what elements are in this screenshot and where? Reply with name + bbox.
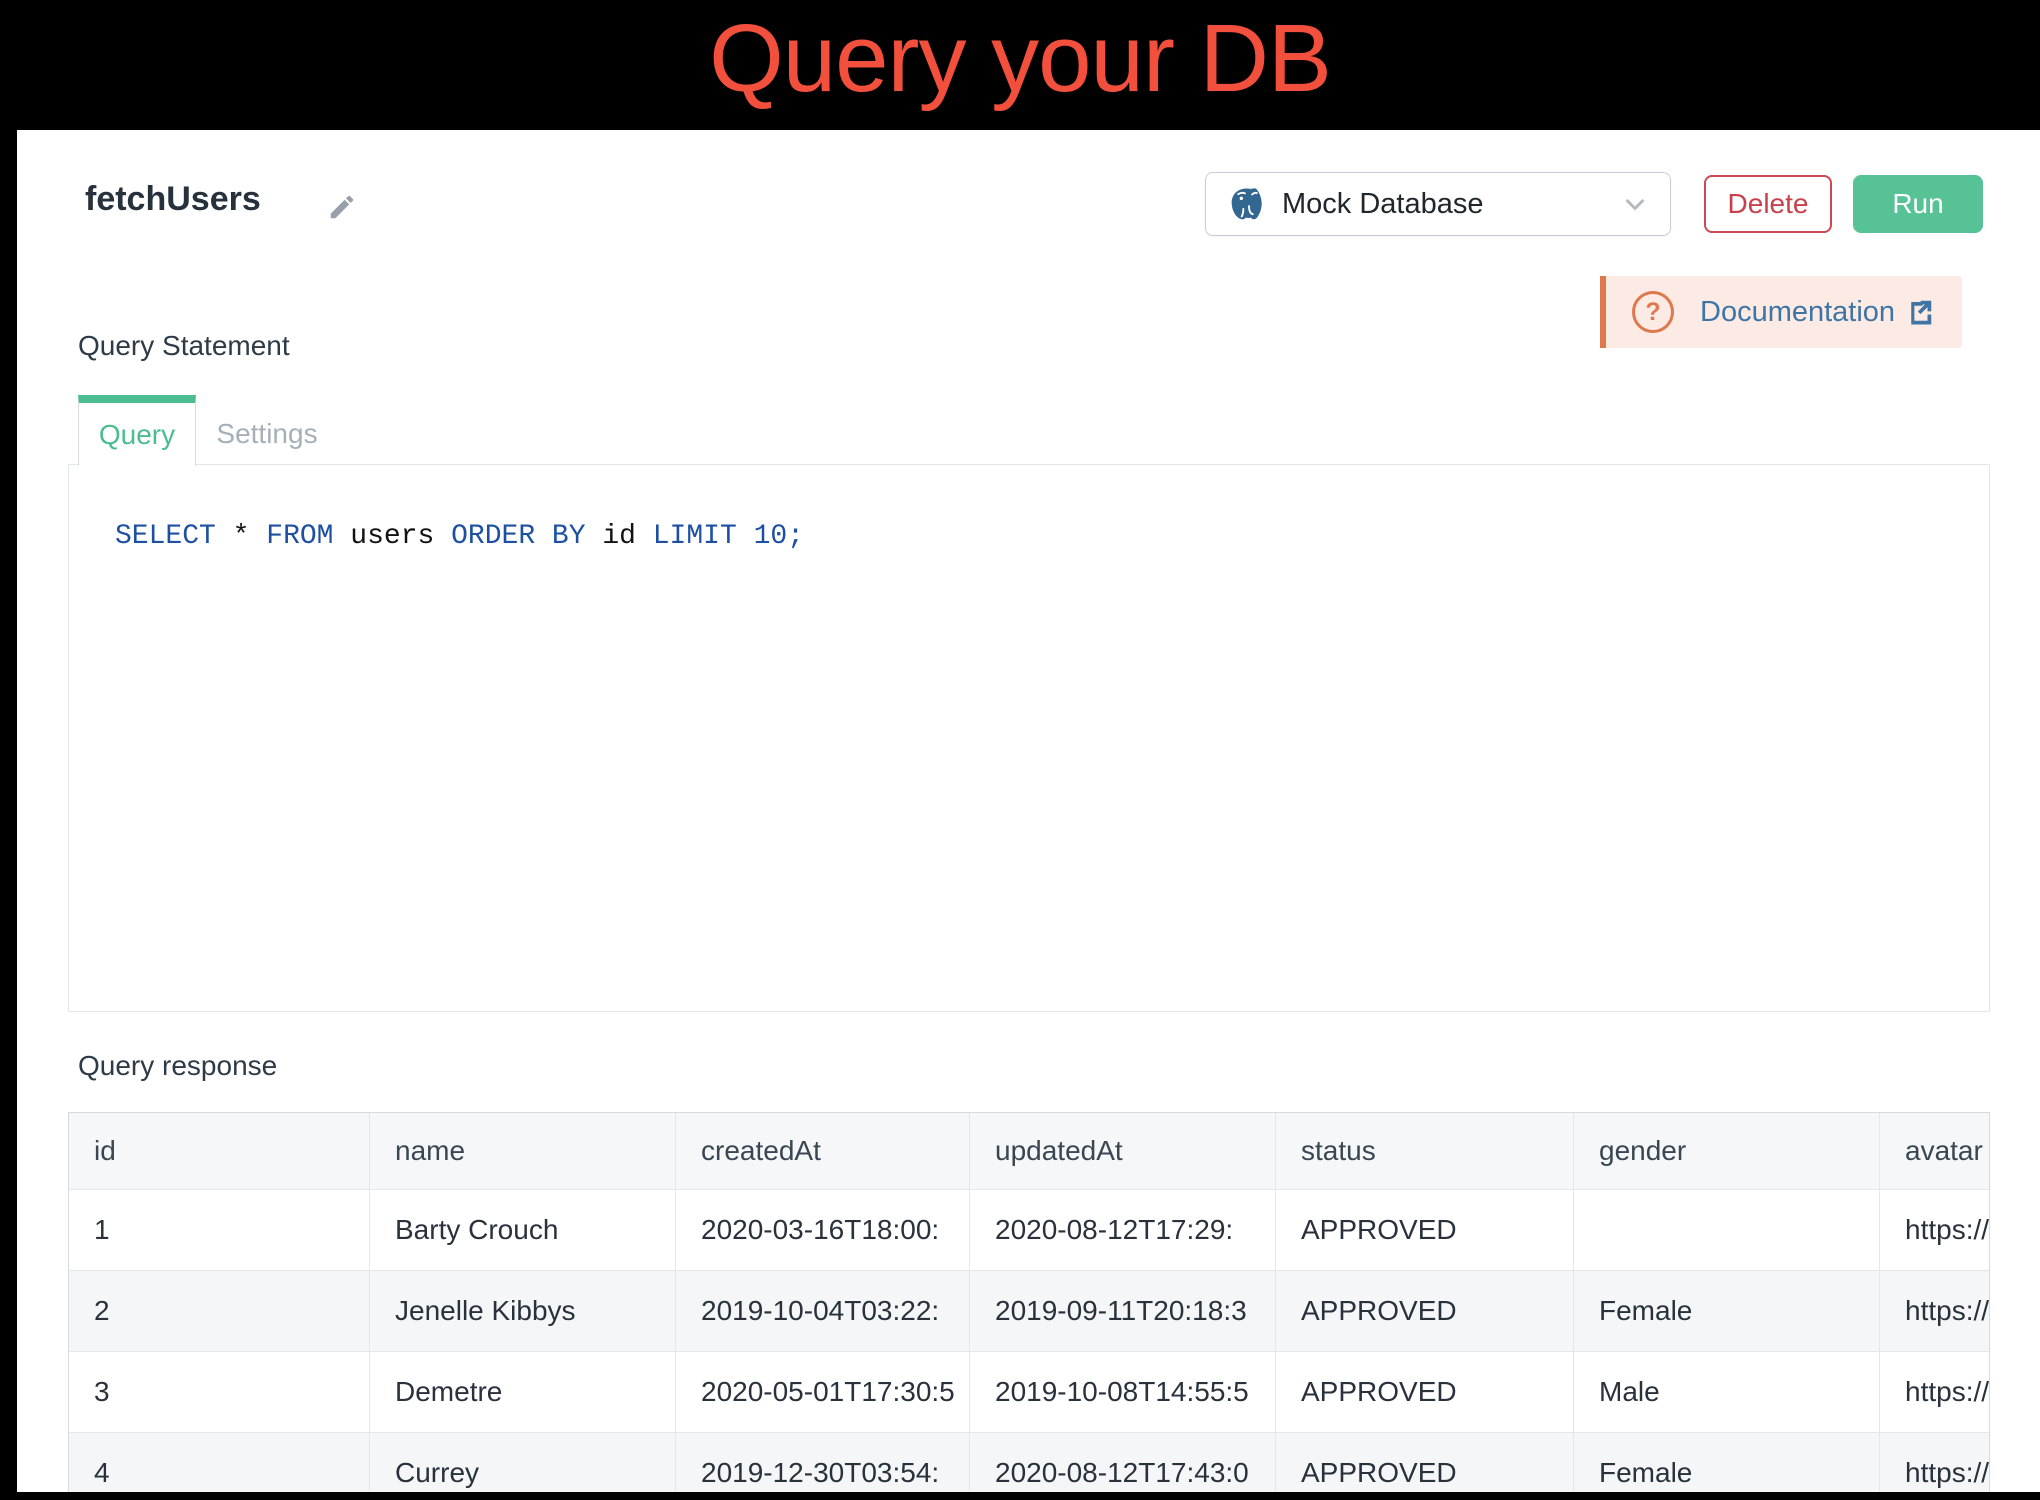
table-cell: Demetre	[370, 1352, 676, 1432]
documentation-callout[interactable]: ? Documentation	[1600, 276, 1962, 348]
table-cell: https://	[1880, 1433, 1990, 1492]
table-cell: Jenelle Kibbys	[370, 1271, 676, 1351]
run-button[interactable]: Run	[1853, 175, 1983, 233]
column-header: gender	[1574, 1113, 1880, 1189]
table-cell: 4	[69, 1433, 370, 1492]
table-cell: 1	[69, 1190, 370, 1270]
table-cell: 2019-09-11T20:18:3	[970, 1271, 1276, 1351]
table-row: 1Barty Crouch2020-03-16T18:00:2020-08-12…	[69, 1189, 1989, 1270]
table-cell: Currey	[370, 1433, 676, 1492]
table-header-row: idnamecreatedAtupdatedAtstatusgenderavat…	[69, 1113, 1989, 1189]
sql-token: id	[586, 521, 653, 552]
edit-name-icon[interactable]	[327, 192, 357, 222]
question-circle-icon: ?	[1632, 291, 1674, 333]
sql-token	[249, 521, 266, 552]
table-cell: 2020-03-16T18:00:	[676, 1190, 970, 1270]
pencil-icon	[327, 192, 357, 222]
sql-statement[interactable]: SELECT * FROM users ORDER BY id LIMIT 10…	[69, 465, 1989, 552]
table-row: 2Jenelle Kibbys2019-10-04T03:22:2019-09-…	[69, 1270, 1989, 1351]
table-cell: 2019-12-30T03:54:	[676, 1433, 970, 1492]
table-cell	[1574, 1190, 1880, 1270]
table-cell: APPROVED	[1276, 1190, 1574, 1270]
table-cell: Female	[1574, 1271, 1880, 1351]
top-banner: Query your DB	[0, 0, 2040, 130]
table-cell: APPROVED	[1276, 1352, 1574, 1432]
table-row: 4Currey2019-12-30T03:54:2020-08-12T17:43…	[69, 1432, 1989, 1492]
database-dropdown-value: Mock Database	[1282, 188, 1620, 221]
table-cell: APPROVED	[1276, 1433, 1574, 1492]
table-cell: Barty Crouch	[370, 1190, 676, 1270]
table-cell: 2019-10-08T14:55:5	[970, 1352, 1276, 1432]
table-cell: 2	[69, 1271, 370, 1351]
table-cell: 2020-08-12T17:43:0	[970, 1433, 1276, 1492]
table-row: 3Demetre2020-05-01T17:30:52019-10-08T14:…	[69, 1351, 1989, 1432]
documentation-link[interactable]: Documentation	[1700, 296, 1895, 329]
table-cell: Male	[1574, 1352, 1880, 1432]
query-response-table[interactable]: idnamecreatedAtupdatedAtstatusgenderavat…	[68, 1112, 1990, 1492]
sql-token: LIMIT	[653, 521, 737, 552]
sql-token	[737, 521, 754, 552]
external-link-icon	[1905, 297, 1935, 327]
banner-title: Query your DB	[709, 0, 1331, 118]
tab-query[interactable]: Query	[78, 395, 196, 466]
database-dropdown[interactable]: Mock Database	[1205, 172, 1671, 236]
table-cell: APPROVED	[1276, 1271, 1574, 1351]
table-cell: 2020-05-01T17:30:5	[676, 1352, 970, 1432]
column-header: updatedAt	[970, 1113, 1276, 1189]
sql-editor[interactable]: SELECT * FROM users ORDER BY id LIMIT 10…	[68, 464, 1990, 1012]
sql-token: 10;	[754, 521, 804, 552]
column-header: createdAt	[676, 1113, 970, 1189]
table-cell: https://	[1880, 1271, 1990, 1351]
sql-token: ORDER BY	[451, 521, 585, 552]
table-cell: 3	[69, 1352, 370, 1432]
app-window: Query your DB fetchUsers Mock Database	[0, 0, 2040, 1500]
tab-settings[interactable]: Settings	[196, 403, 338, 464]
query-editor-panel: fetchUsers Mock Database Delete Run	[17, 130, 2040, 1492]
sql-token	[216, 521, 233, 552]
table-cell: 2019-10-04T03:22:	[676, 1271, 970, 1351]
column-header: name	[370, 1113, 676, 1189]
chevron-down-icon	[1620, 189, 1650, 219]
table-cell: Female	[1574, 1433, 1880, 1492]
sql-token: FROM	[266, 521, 333, 552]
table-cell: 2020-08-12T17:29:	[970, 1190, 1276, 1270]
query-statement-label: Query Statement	[78, 330, 290, 362]
delete-button[interactable]: Delete	[1704, 175, 1832, 233]
sql-token: users	[333, 521, 451, 552]
query-response-label: Query response	[78, 1050, 277, 1082]
sql-token: *	[233, 521, 250, 552]
sql-token: SELECT	[115, 521, 216, 552]
column-header: status	[1276, 1113, 1574, 1189]
query-name-title: fetchUsers	[85, 180, 261, 219]
table-cell: https://	[1880, 1352, 1990, 1432]
column-header: avatar	[1880, 1113, 1990, 1189]
column-header: id	[69, 1113, 370, 1189]
table-cell: https://	[1880, 1190, 1990, 1270]
postgresql-icon	[1226, 184, 1266, 224]
